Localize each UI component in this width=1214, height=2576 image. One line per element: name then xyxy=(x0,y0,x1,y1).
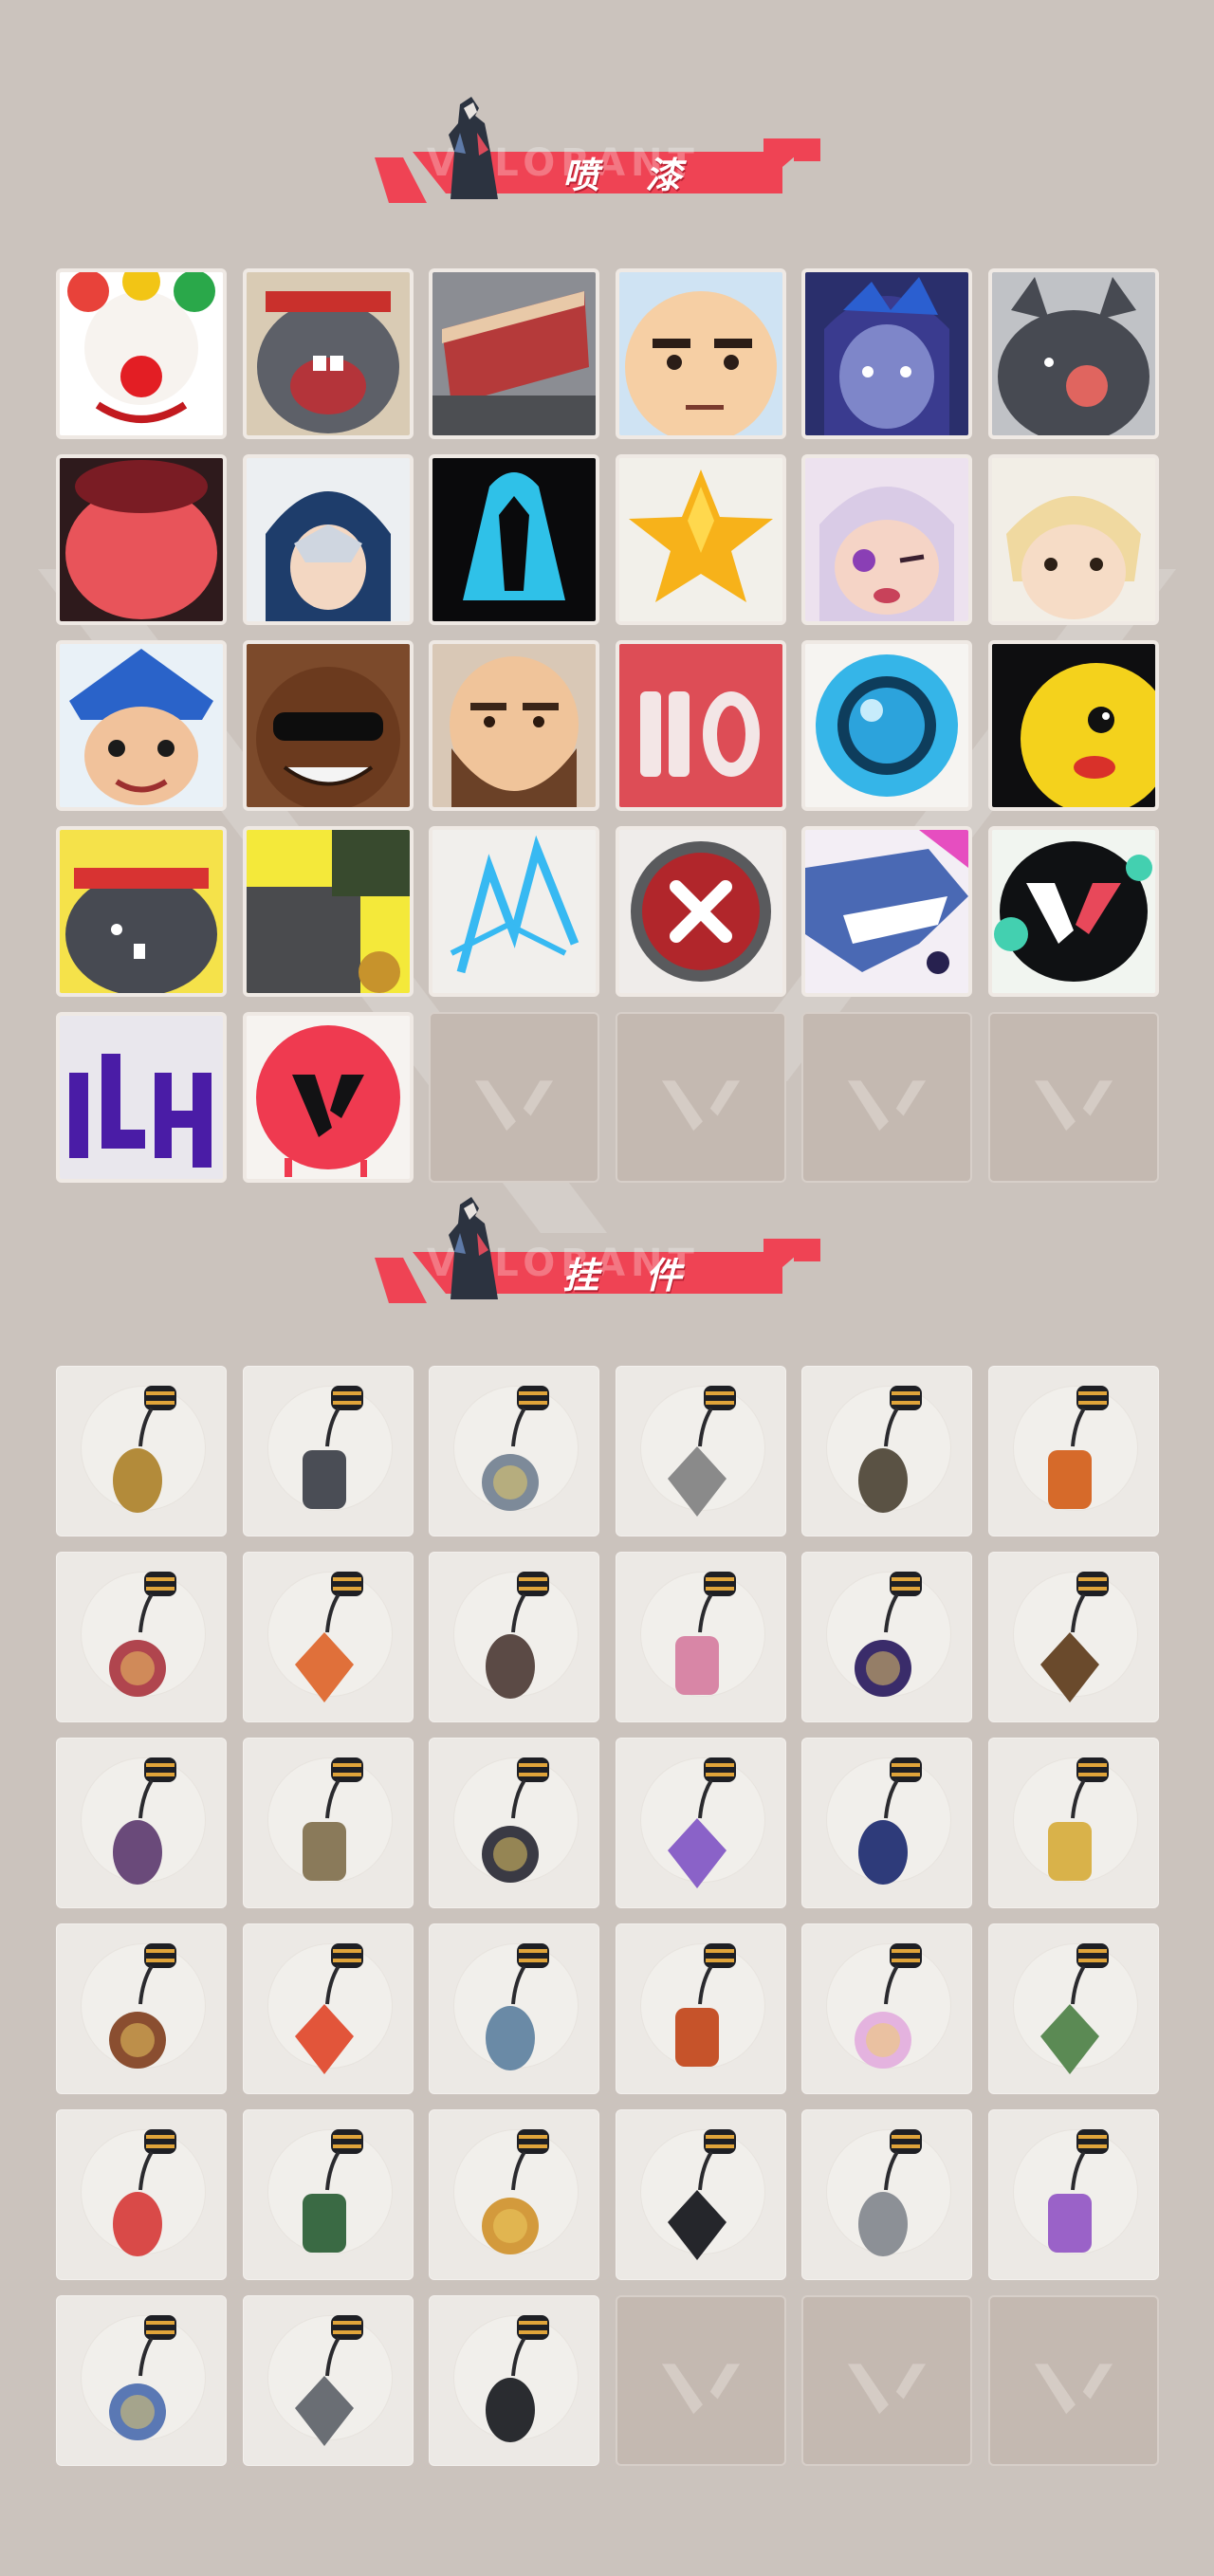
ep7-badge-charm-blue[interactable] xyxy=(801,1738,973,1908)
hot-air-balloon-charm[interactable] xyxy=(615,1923,786,2094)
round-pouch-charm[interactable] xyxy=(801,1366,973,1536)
blue-mask-spray[interactable] xyxy=(429,454,600,625)
watermelon-charm[interactable] xyxy=(56,2109,227,2280)
grey-cat-charm[interactable] xyxy=(242,2295,414,2466)
fruit-skewer-charm[interactable] xyxy=(242,1923,414,2094)
agent-portrait-icon xyxy=(449,1197,498,1299)
empty-slot xyxy=(429,1012,600,1183)
blue-canister-charm[interactable] xyxy=(988,1366,1159,1536)
flame-chili-charm[interactable] xyxy=(242,1552,414,1722)
ufo-charm[interactable] xyxy=(56,2295,227,2466)
cowboy-figure-charm[interactable] xyxy=(242,1738,414,1908)
bathtub-charm[interactable] xyxy=(429,1366,600,1536)
wooden-crossbow-charm[interactable] xyxy=(988,1552,1159,1722)
empty-slot xyxy=(988,1012,1159,1183)
agent-acrylic-charm[interactable] xyxy=(429,1923,600,2094)
gold-star-spray[interactable] xyxy=(615,454,786,625)
neon-star-spray[interactable] xyxy=(429,826,600,997)
collection-page: VALORANT 喷 漆 VALORANT 挂 件 xyxy=(0,0,1214,2576)
open-mouth-spray[interactable] xyxy=(56,454,227,625)
empty-slot xyxy=(615,2295,786,2466)
laughing-blob-spray[interactable] xyxy=(988,268,1159,439)
agent-figure-charm[interactable] xyxy=(56,1738,227,1908)
number-110-spray[interactable] xyxy=(615,640,786,811)
banana-pod-charm[interactable] xyxy=(988,1738,1159,1908)
red-x-button-spray[interactable] xyxy=(615,826,786,997)
winking-girl-spray[interactable] xyxy=(801,454,973,625)
beehive-charm[interactable] xyxy=(429,2109,600,2280)
bandana-girl-spray[interactable] xyxy=(56,640,227,811)
cupcake-charm[interactable] xyxy=(615,1552,786,1722)
shark-spray[interactable] xyxy=(801,826,973,997)
bearded-agent-spray[interactable] xyxy=(429,640,600,811)
headband-blob-spray[interactable] xyxy=(56,826,227,997)
silver-shell-charm[interactable] xyxy=(801,2109,973,2280)
ep7-badge-charm-gold[interactable] xyxy=(615,2109,786,2280)
cannon-spray[interactable] xyxy=(242,826,414,997)
charm-section-header: VALORANT 挂 件 xyxy=(375,1197,820,1314)
robot-drone-charm[interactable] xyxy=(242,1366,414,1536)
spray-section-header: VALORANT 喷 漆 xyxy=(375,97,820,213)
valorant-splat-spray[interactable] xyxy=(988,826,1159,997)
gold-cat-charm[interactable] xyxy=(56,1366,227,1536)
soda-can-charm[interactable] xyxy=(242,2109,414,2280)
empty-slot xyxy=(801,2295,973,2466)
hooded-girl-spray[interactable] xyxy=(242,454,414,625)
braided-rope-charm[interactable] xyxy=(429,1552,600,1722)
green-robot-charm[interactable] xyxy=(988,1923,1159,2094)
chocolate-bar-charm[interactable] xyxy=(56,1923,227,2094)
spray-section-title: 喷 漆 xyxy=(562,155,699,196)
clown-spray[interactable] xyxy=(56,268,227,439)
hooded-agent-spray[interactable] xyxy=(801,268,973,439)
lotus-flame-charm[interactable] xyxy=(988,2109,1159,2280)
astronaut-cat-charm[interactable] xyxy=(615,1366,786,1536)
pink-hair-charm[interactable] xyxy=(801,1923,973,2094)
graffiti-tag-spray[interactable] xyxy=(56,1012,227,1183)
red-valorant-logo-spray[interactable] xyxy=(242,1012,414,1183)
yellow-critter-spray[interactable] xyxy=(988,640,1159,811)
charm-section-title: 挂 件 xyxy=(562,1255,699,1297)
valorant-dogtag-charm[interactable] xyxy=(429,2295,600,2466)
lava-lamp-charm[interactable] xyxy=(615,1738,786,1908)
empty-slot xyxy=(988,2295,1159,2466)
agent-portrait-icon xyxy=(449,97,498,199)
blue-orb-spray[interactable] xyxy=(801,640,973,811)
empty-slot xyxy=(801,1012,973,1183)
empty-slot xyxy=(615,1012,786,1183)
ep7-badge-charm-pink[interactable] xyxy=(801,1552,973,1722)
smug-face-spray[interactable] xyxy=(615,268,786,439)
screaming-blob-spray[interactable] xyxy=(242,268,414,439)
blonde-agent-spray[interactable] xyxy=(988,454,1159,625)
sunglasses-agent-spray[interactable] xyxy=(242,640,414,811)
cake-slice-spray[interactable] xyxy=(429,268,600,439)
dark-creature-charm[interactable] xyxy=(429,1738,600,1908)
chainsaw-sword-charm[interactable] xyxy=(56,1552,227,1722)
